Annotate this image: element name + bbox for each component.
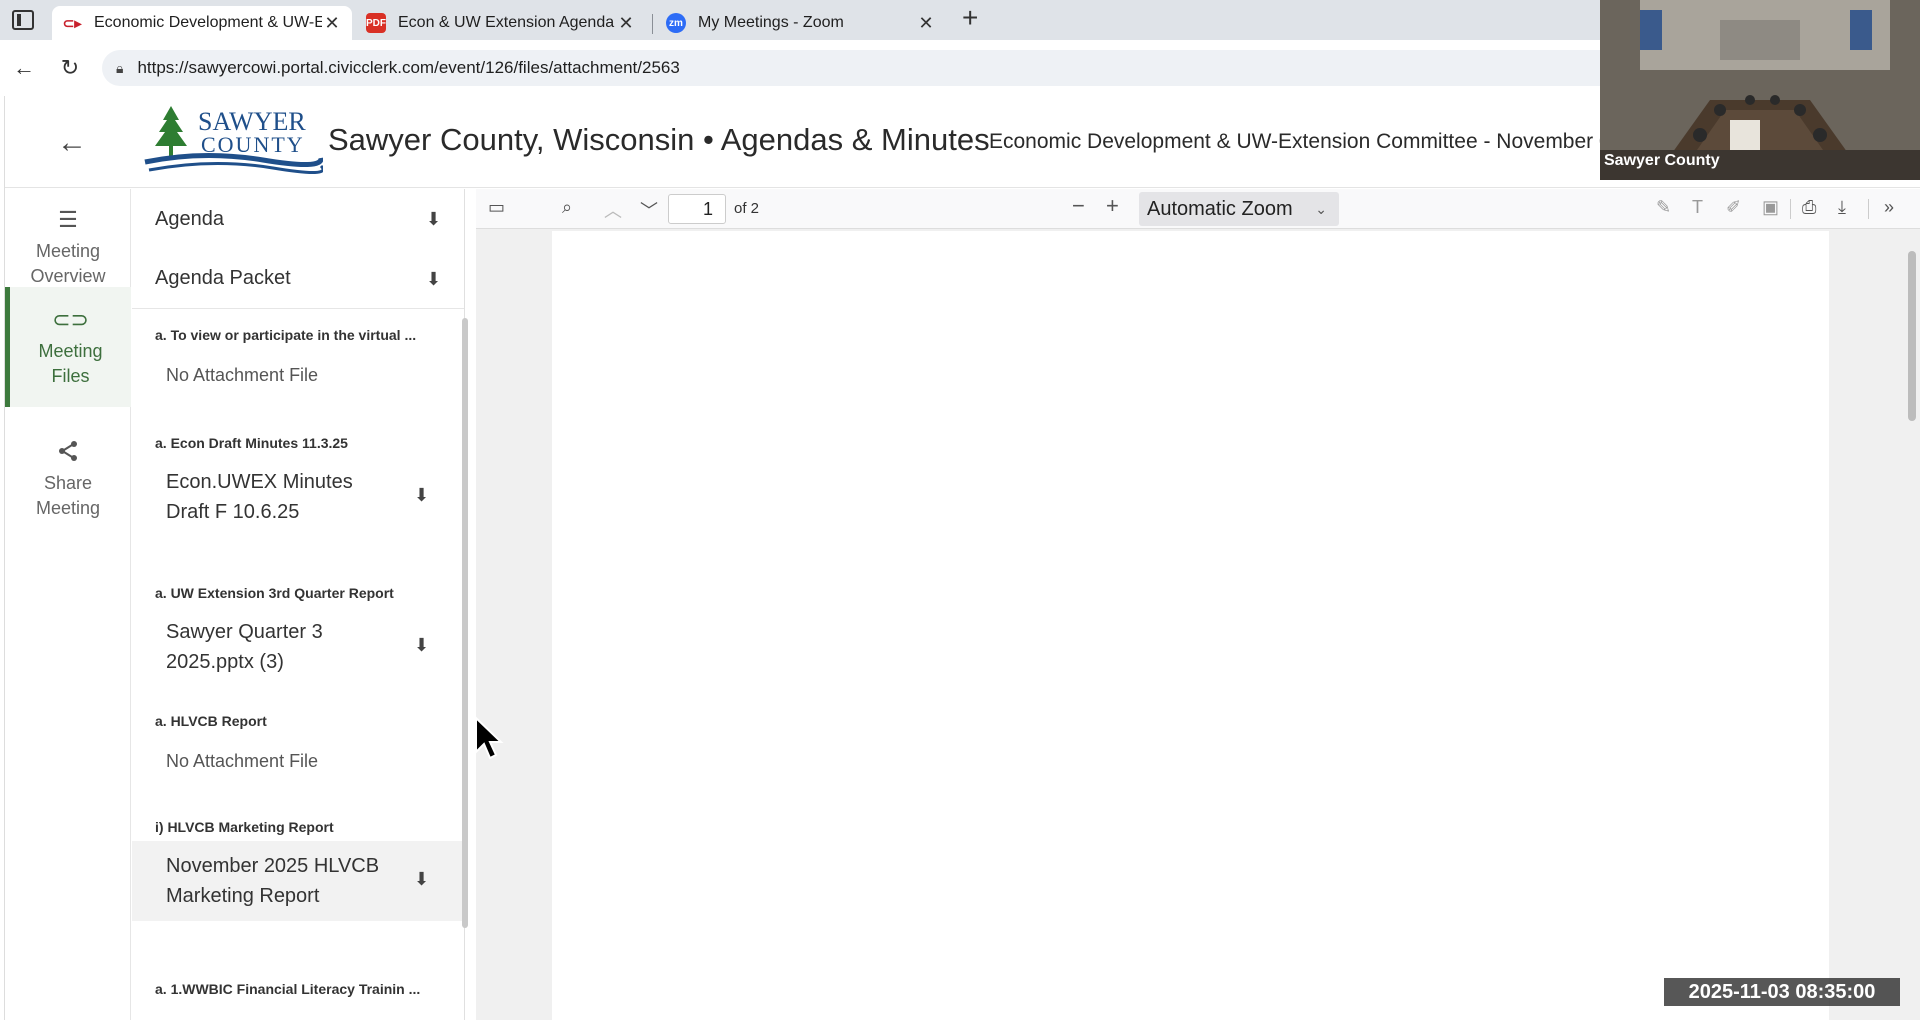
- zoom-out-icon[interactable]: −: [1072, 193, 1085, 219]
- download-icon[interactable]: ⬇: [426, 209, 441, 230]
- address-bar[interactable]: 🔒︎ https://sawyercowi.portal.civicclerk.…: [102, 50, 1642, 86]
- zoom-participant-name: Sawyer County: [1604, 152, 1720, 169]
- pdf-icon: PDF: [366, 13, 386, 33]
- close-icon[interactable]: ✕: [916, 13, 936, 34]
- agenda-packet-item[interactable]: Agenda Packet: [132, 249, 464, 309]
- attachment-name-line1: Econ.UWEX Minutes: [166, 471, 353, 493]
- nav-label: Meeting: [35, 241, 101, 261]
- sidebar-toggle-icon[interactable]: ▭: [488, 197, 505, 218]
- attachment-name-line2: 2025.pptx (3): [166, 651, 284, 673]
- pdf-viewer: ▭ ⌕ ︿ ﹀ ✳ 1 of 2 − + Automatic Zoom ⌄ ✎ …: [476, 189, 1920, 1020]
- save-icon[interactable]: ⤓: [1838, 197, 1846, 218]
- zoom-in-icon[interactable]: +: [1106, 193, 1119, 219]
- new-tab-button[interactable]: +: [962, 2, 978, 34]
- paperclip-icon: ⊂⊃: [52, 307, 89, 332]
- toolbar-separator: [1790, 199, 1791, 219]
- search-icon[interactable]: ⌕: [562, 197, 572, 218]
- pdf-scrollbar[interactable]: [1901, 231, 1920, 1020]
- text-tool-icon[interactable]: T: [1692, 197, 1703, 218]
- mouse-cursor-icon: [475, 716, 504, 760]
- tab-overview-icon[interactable]: [12, 10, 34, 30]
- site-info-icon[interactable]: 🔒︎: [116, 60, 123, 77]
- agenda-packet-label: Agenda Packet: [155, 267, 291, 289]
- section-heading: a. UW Extension 3rd Quarter Report: [155, 585, 394, 601]
- browser-tab-active[interactable]: ⊂▸ Economic Development & UW-Ex ✕: [52, 6, 352, 40]
- image-icon[interactable]: ▣: [1762, 197, 1779, 218]
- download-icon[interactable]: ⬇: [414, 869, 429, 890]
- back-button[interactable]: ←: [6, 50, 42, 86]
- section-heading: i) HLVCB Marketing Report: [155, 819, 334, 835]
- nav-meeting-overview[interactable]: ☰ Meeting Overview: [5, 207, 131, 297]
- nav-label: Share: [43, 473, 93, 493]
- nav-label: Files: [51, 366, 90, 386]
- web-page: ← SAWYER COUNTY Sawyer County, Wisconsin…: [4, 96, 1920, 1020]
- page-count: of 2: [734, 200, 760, 217]
- tab-title: Economic Development & UW-Ex: [94, 14, 322, 31]
- download-icon[interactable]: ⬇: [414, 485, 429, 506]
- highlight-icon[interactable]: ✎: [1656, 197, 1671, 218]
- agenda-item[interactable]: Agenda: [132, 189, 464, 249]
- nav-label: Meeting: [38, 341, 103, 361]
- print-icon[interactable]: ⎙: [1802, 197, 1816, 218]
- logo-graphic-icon: SAWYER COUNTY: [144, 106, 325, 175]
- nav-share-meeting[interactable]: Share Meeting: [5, 439, 131, 529]
- agenda-label: Agenda: [155, 207, 224, 230]
- url-text: https://sawyercowi.portal.civicclerk.com…: [137, 58, 680, 77]
- toolbar-separator: [1868, 199, 1869, 219]
- close-icon[interactable]: ✕: [322, 13, 342, 34]
- no-attachment-text: No Attachment File: [166, 751, 319, 771]
- attachment-name-line2: Marketing Report: [166, 885, 320, 907]
- pdf-toolbar: ▭ ⌕ ︿ ﹀ ✳ 1 of 2 − + Automatic Zoom ⌄ ✎ …: [476, 189, 1920, 229]
- browser-tab[interactable]: zm My Meetings - Zoom ✕: [656, 6, 946, 40]
- zoom-icon: zm: [666, 13, 686, 33]
- chevron-down-icon: ⌄: [1315, 201, 1327, 217]
- attachment-name-line2: Draft F 10.6.25: [166, 501, 300, 523]
- tab-separator: [652, 14, 653, 34]
- meeting-files-panel: Agenda ⬇ Agenda Packet ⬇ a. To view or p…: [132, 189, 465, 1020]
- civicclerk-icon: ⊂▸: [62, 13, 82, 33]
- next-page-icon[interactable]: ﹀: [640, 197, 658, 223]
- nav-label: Overview: [30, 266, 106, 286]
- more-tools-icon[interactable]: »: [1884, 197, 1894, 218]
- back-arrow-icon[interactable]: ←: [57, 126, 87, 160]
- attachment-name-line1: Sawyer Quarter 3: [166, 621, 323, 643]
- page-number-input[interactable]: 1: [668, 194, 726, 224]
- nav-label: Meeting: [35, 498, 101, 518]
- draw-icon[interactable]: ✐: [1726, 197, 1741, 218]
- previous-page-icon[interactable]: ︿: [604, 197, 622, 223]
- tab-title: Econ & UW Extension Agenda Pa: [398, 14, 616, 31]
- section-heading: a. 1.WWBIC Financial Literacy Trainin ..…: [155, 981, 421, 997]
- section-heading: a. HLVCB Report: [155, 713, 267, 729]
- meeting-side-nav: ☰ Meeting Overview ⊂⊃ Meeting Files Shar…: [5, 189, 131, 1020]
- no-attachment-text: No Attachment File: [166, 365, 319, 385]
- tab-title: My Meetings - Zoom: [698, 14, 844, 31]
- sawyer-county-logo[interactable]: SAWYER COUNTY: [143, 102, 325, 182]
- section-heading: a. Econ Draft Minutes 11.3.25: [155, 435, 348, 451]
- logo-line2: COUNTY: [201, 132, 305, 157]
- share-icon: [56, 439, 80, 467]
- nav-meeting-files[interactable]: ⊂⊃ Meeting Files: [5, 287, 131, 407]
- download-icon[interactable]: ⬇: [426, 269, 441, 290]
- meeting-title: Economic Development & UW-Extension Comm…: [989, 130, 1629, 153]
- zoom-select[interactable]: Automatic Zoom ⌄: [1139, 192, 1339, 226]
- pdf-page: [552, 231, 1829, 1020]
- download-icon[interactable]: ⬇: [414, 635, 429, 656]
- files-panel-scrollbar[interactable]: [460, 310, 470, 928]
- close-icon[interactable]: ✕: [616, 13, 636, 34]
- site-title: Sawyer County, Wisconsin • Agendas & Min…: [328, 122, 990, 157]
- reload-button[interactable]: ↻: [52, 50, 88, 86]
- browser-tab[interactable]: PDF Econ & UW Extension Agenda Pa ✕: [356, 6, 646, 40]
- zoom-value: Automatic Zoom: [1147, 198, 1293, 220]
- section-heading: a. To view or participate in the virtual…: [155, 327, 417, 343]
- recording-timestamp: 2025-11-03 08:35:00: [1664, 978, 1900, 1006]
- attachment-name-line1: November 2025 HLVCB: [166, 855, 380, 877]
- list-icon: ☰: [58, 207, 78, 232]
